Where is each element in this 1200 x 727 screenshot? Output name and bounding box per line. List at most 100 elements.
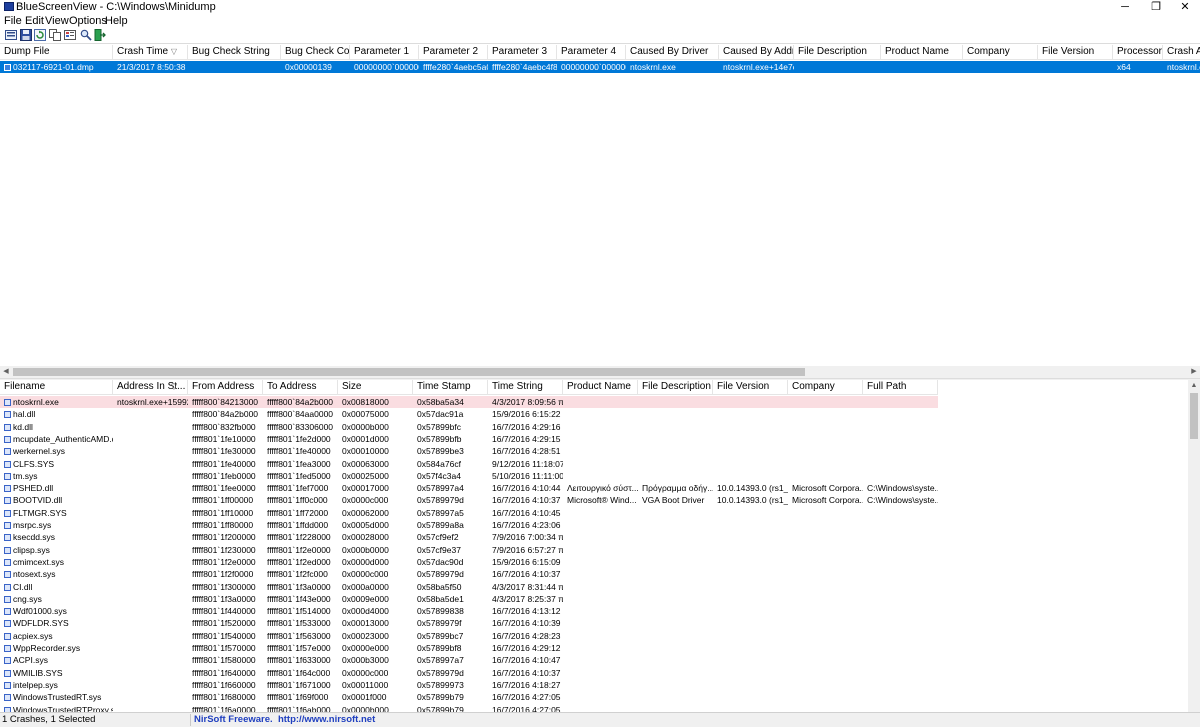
table-row[interactable]: WindowsTrustedRT.sys fffff801`1f680000 fff… bbox=[0, 691, 938, 703]
table-row[interactable]: 032117-6921-01.dmp 21/3/2017 8:50:38 μμ 0x… bbox=[0, 61, 1200, 73]
close-button[interactable]: ✕ bbox=[1170, 0, 1200, 14]
maximize-button[interactable]: ❐ bbox=[1141, 0, 1171, 14]
copy-icon[interactable] bbox=[49, 29, 61, 41]
cell-text: 0x584a76cf bbox=[417, 458, 461, 469]
table-cell bbox=[563, 544, 638, 556]
table-row[interactable]: hal.dll fffff800`84a2b000 fffff800`84aa000… bbox=[0, 408, 938, 420]
menu-view[interactable]: View bbox=[45, 15, 69, 27]
table-cell bbox=[563, 691, 638, 703]
crash-col-header[interactable]: Dump File bbox=[0, 45, 113, 59]
table-row[interactable]: FLTMGR.SYS fffff801`1ff10000 fffff801`1ff7… bbox=[0, 507, 938, 519]
crash-col-header[interactable]: File Description bbox=[794, 45, 881, 59]
file-icon bbox=[4, 632, 11, 640]
find-icon[interactable] bbox=[80, 29, 92, 41]
driver-col-header[interactable]: Company bbox=[788, 380, 863, 394]
table-row[interactable]: cmimcext.sys fffff801`1f2e0000 fffff801`1f… bbox=[0, 556, 938, 568]
table-row[interactable]: msrpc.sys fffff801`1ff80000 fffff801`1ffdd… bbox=[0, 519, 938, 531]
cell-text: acpiex.sys bbox=[13, 630, 53, 641]
driver-col-header[interactable]: To Address bbox=[263, 380, 338, 394]
driver-col-header[interactable]: Time String bbox=[488, 380, 563, 394]
horizontal-scrollbar[interactable]: ◀ ▶ bbox=[0, 366, 1200, 378]
scroll-right-icon[interactable]: ▶ bbox=[1188, 366, 1200, 378]
nirsoft-link[interactable]: NirSoft Freeware. http://www.nirsoft.net bbox=[194, 714, 375, 725]
crash-col-header[interactable]: Company bbox=[963, 45, 1038, 59]
table-row[interactable]: WindowsTrustedRTProxy.sys fffff801`1f6a00… bbox=[0, 704, 938, 712]
table-cell: 4/3/2017 8:25:37 πμ bbox=[488, 593, 563, 605]
crash-col-header[interactable]: Parameter 2 bbox=[419, 45, 488, 59]
crash-col-header[interactable]: Caused By Driver bbox=[626, 45, 719, 59]
cell-text: 7/9/2016 6:57:27 πμ bbox=[492, 544, 563, 555]
table-cell: ntoskrnl.exe+159929 bbox=[113, 396, 188, 408]
table-row[interactable]: acpiex.sys fffff801`1f540000 fffff801`1f56… bbox=[0, 630, 938, 642]
minimize-button[interactable]: ─ bbox=[1110, 0, 1140, 14]
table-row[interactable]: ACPI.sys fffff801`1f580000 fffff801`1f6330… bbox=[0, 654, 938, 666]
crash-col-header[interactable]: Parameter 4 bbox=[557, 45, 626, 59]
exit-icon[interactable] bbox=[94, 29, 106, 41]
crash-col-header[interactable]: Crash Time ▽ bbox=[113, 45, 188, 59]
table-row[interactable]: mcupdate_AuthenticAMD.dll fffff801`1fe100… bbox=[0, 433, 938, 445]
table-cell: fffff801`1f2f0000 bbox=[188, 568, 263, 580]
cell-text: fffff801`1f520000 bbox=[192, 618, 256, 629]
table-row[interactable]: Wdf01000.sys fffff801`1f440000 fffff801`1f… bbox=[0, 605, 938, 617]
table-row[interactable]: cng.sys fffff801`1f3a0000 fffff801`1f43e00… bbox=[0, 593, 938, 605]
file-icon bbox=[4, 645, 11, 652]
table-row[interactable]: WMILIB.SYS fffff801`1f640000 fffff801`1f64… bbox=[0, 667, 938, 679]
cell-text: fffff801`1feb0000 bbox=[192, 470, 256, 481]
crash-list-pane: Dump File Crash Time ▽ Bug Check String Bug … bbox=[0, 45, 1200, 366]
table-cell bbox=[713, 667, 788, 679]
driver-col-header[interactable]: Address In St... ▽ bbox=[113, 380, 188, 394]
cell-text: 7/9/2016 7:00:34 πμ bbox=[492, 532, 563, 543]
table-row[interactable]: CLFS.SYS fffff801`1fe40000 fffff801`1fea30… bbox=[0, 458, 938, 470]
driver-col-header[interactable]: Time Stamp bbox=[413, 380, 488, 394]
table-row[interactable]: WppRecorder.sys fffff801`1f570000 fffff801… bbox=[0, 642, 938, 654]
table-cell bbox=[788, 507, 863, 519]
table-row[interactable]: intelpep.sys fffff801`1f660000 fffff801`1f… bbox=[0, 679, 938, 691]
driver-col-header[interactable]: Full Path bbox=[863, 380, 938, 394]
crash-col-header[interactable]: Bug Check String bbox=[188, 45, 281, 59]
table-row[interactable]: werkernel.sys fffff801`1fe30000 fffff801`1… bbox=[0, 445, 938, 457]
vertical-scroll-thumb[interactable] bbox=[1190, 393, 1198, 439]
table-cell: fffff800`84213000 bbox=[188, 396, 263, 408]
scroll-up-icon[interactable]: ▲ bbox=[1188, 380, 1200, 392]
scroll-left-icon[interactable]: ◀ bbox=[0, 366, 12, 378]
table-row[interactable]: PSHED.dll fffff801`1fee0000 fffff801`1fef7… bbox=[0, 482, 938, 494]
table-row[interactable]: clipsp.sys fffff801`1f230000 fffff801`1f2e… bbox=[0, 544, 938, 556]
table-row[interactable]: ntoskrnl.exe ntoskrnl.exe+159929 fffff800`… bbox=[0, 396, 938, 408]
crash-col-header[interactable]: Parameter 3 bbox=[488, 45, 557, 59]
crash-col-header[interactable]: Parameter 1 bbox=[350, 45, 419, 59]
file-icon bbox=[4, 497, 11, 505]
driver-col-header[interactable]: File Version bbox=[713, 380, 788, 394]
table-row[interactable]: tm.sys fffff801`1feb0000 fffff801`1fed5000… bbox=[0, 470, 938, 482]
table-row[interactable]: BOOTVID.dll fffff801`1ff00000 fffff801`1ff… bbox=[0, 494, 938, 506]
crash-col-header[interactable]: Product Name bbox=[881, 45, 963, 59]
properties-icon[interactable] bbox=[64, 29, 76, 41]
crash-col-header[interactable]: Crash Add bbox=[1163, 45, 1200, 59]
table-row[interactable]: ksecdd.sys fffff801`1f200000 fffff801`1f22… bbox=[0, 531, 938, 543]
table-row[interactable]: CI.dll fffff801`1f300000 fffff801`1f3a0000… bbox=[0, 581, 938, 593]
crash-col-header[interactable]: Bug Check Code bbox=[281, 45, 350, 59]
table-row[interactable]: kd.dll fffff800`832fb000 fffff800`83306000… bbox=[0, 421, 938, 433]
table-cell bbox=[113, 507, 188, 519]
table-row[interactable]: WDFLDR.SYS fffff801`1f520000 fffff801`1f53… bbox=[0, 617, 938, 629]
crash-col-header[interactable]: Processor bbox=[1113, 45, 1163, 59]
table-cell: fffff801`1f440000 bbox=[188, 605, 263, 617]
refresh-icon[interactable] bbox=[34, 29, 46, 41]
menu-file[interactable]: File bbox=[4, 15, 22, 27]
menu-help[interactable]: Help bbox=[105, 15, 128, 27]
driver-col-header[interactable]: From Address bbox=[188, 380, 263, 394]
crash-col-header[interactable]: File Version bbox=[1038, 45, 1113, 59]
horizontal-scroll-thumb[interactable] bbox=[13, 368, 805, 376]
table-row[interactable]: ntosext.sys fffff801`1f2f0000 fffff801`1f2… bbox=[0, 568, 938, 580]
vertical-scrollbar[interactable]: ▲ bbox=[1188, 380, 1200, 712]
driver-col-header[interactable]: File Description bbox=[638, 380, 713, 394]
table-cell bbox=[113, 667, 188, 679]
save-icon[interactable] bbox=[5, 29, 17, 41]
crash-col-header[interactable]: Caused By Address bbox=[719, 45, 794, 59]
driver-col-header[interactable]: Product Name bbox=[563, 380, 638, 394]
menu-options[interactable]: Options bbox=[69, 15, 107, 27]
status-separator bbox=[190, 714, 191, 726]
driver-col-header[interactable]: Filename bbox=[0, 380, 113, 394]
driver-col-header[interactable]: Size bbox=[338, 380, 413, 394]
floppy-icon[interactable] bbox=[20, 29, 32, 41]
menu-edit[interactable]: Edit bbox=[25, 15, 44, 27]
